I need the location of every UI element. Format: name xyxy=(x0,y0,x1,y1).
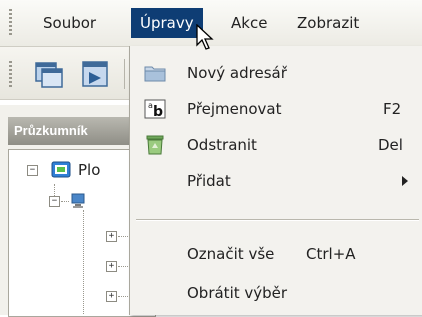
submenu-arrow-icon xyxy=(402,176,408,186)
toolbar-copy-button[interactable] xyxy=(33,58,65,90)
tree-collapse-toggle[interactable]: − xyxy=(27,165,38,176)
tree-line xyxy=(54,184,55,196)
menuitem-rename[interactable]: a b Přejmenovat F2 xyxy=(130,91,422,127)
mouse-cursor-icon xyxy=(196,24,214,50)
tree-expand-toggle-3[interactable]: + xyxy=(106,291,117,302)
menuitem-label: Odstranit xyxy=(187,136,257,154)
tree-expand-toggle-2[interactable]: + xyxy=(106,261,117,272)
menuitem-shortcut: Ctrl+A xyxy=(306,245,356,263)
menubar-grip[interactable] xyxy=(9,9,12,37)
edit-dropdown-menu: Nový adresář a b Přejmenovat F2 Odstrani… xyxy=(129,46,422,315)
copy-icon xyxy=(35,62,63,88)
tree-expand-toggle-1[interactable]: + xyxy=(106,231,117,242)
menuitem-shortcut: F2 xyxy=(383,100,402,118)
menuitem-new-folder[interactable]: Nový adresář xyxy=(130,55,422,91)
tree-collapse-toggle-2[interactable]: − xyxy=(49,196,60,207)
menu-upravy[interactable]: Úpravy xyxy=(131,8,203,38)
menu-separator xyxy=(136,219,419,221)
tree-line xyxy=(61,201,69,202)
tree-line xyxy=(118,296,128,297)
menu-akce[interactable]: Akce xyxy=(222,8,276,38)
menuitem-invert-selection[interactable]: Obrátit výběr xyxy=(130,275,422,311)
recycle-bin-icon xyxy=(146,135,164,155)
move-icon xyxy=(82,61,108,87)
menu-zobrazit[interactable]: Zobrazit xyxy=(288,8,368,38)
menuitem-add[interactable]: Přidat xyxy=(130,163,422,199)
menuitem-label: Nový adresář xyxy=(187,64,287,82)
menuitem-shortcut: Del xyxy=(378,136,403,154)
tree-line xyxy=(118,266,128,267)
toolbar-separator xyxy=(124,59,125,89)
rename-icon: a b xyxy=(144,99,166,119)
menuitem-label: Přejmenovat xyxy=(187,100,282,118)
menuitem-label: Přidat xyxy=(187,172,231,190)
menu-soubor[interactable]: Soubor xyxy=(34,8,105,38)
menuitem-label: Označit vše xyxy=(187,245,275,263)
tree-line xyxy=(83,210,84,314)
computer-icon xyxy=(71,193,85,208)
tree-root-label[interactable]: Plo xyxy=(78,158,100,182)
desktop-icon xyxy=(51,161,71,178)
menuitem-delete[interactable]: Odstranit Del xyxy=(130,127,422,163)
toolbar-move-button[interactable] xyxy=(79,58,111,90)
toolbar-grip[interactable] xyxy=(9,61,12,87)
svg-text:b: b xyxy=(153,104,163,119)
menuitem-select-all[interactable]: Označit vše Ctrl+A xyxy=(130,236,422,272)
folder-icon xyxy=(144,66,166,82)
menuitem-label: Obrátit výběr xyxy=(187,284,288,302)
tree-line xyxy=(118,236,128,237)
